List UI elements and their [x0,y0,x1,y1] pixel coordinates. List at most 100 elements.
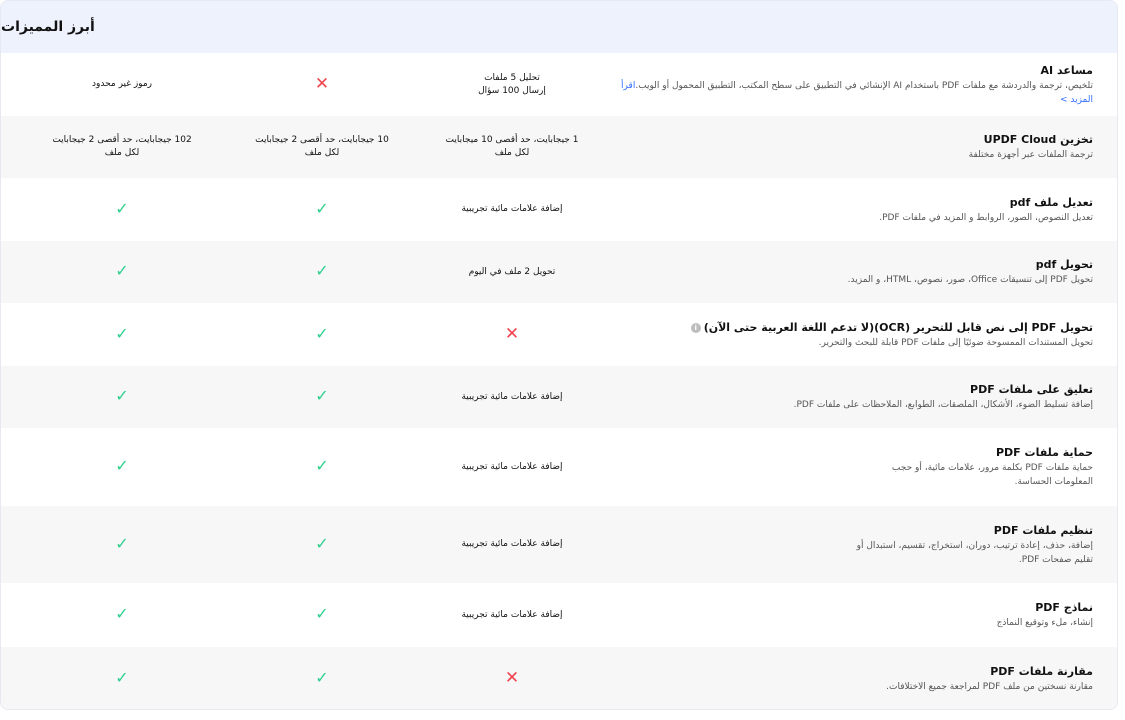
free-plan-cell: إضافة علامات مائية تجريبية [417,203,607,216]
info-icon[interactable]: i [690,322,701,333]
cell-text-line: تحويل 2 ملف في اليوم [468,266,556,277]
feature-cell: مقارنة ملفات PDF مقارنة نسختين من ملف PDF… [607,664,1117,694]
table-title: أبرز المميزات [1,19,95,35]
table-row: تخزين UPDF Cloud ترجمة الملفات عبر أجهزة … [1,116,1117,178]
cell-text-line: لكل ملف [304,148,340,158]
feature-title: تحويل PDF إلى نص قابل للتحرير (OCR)(لا ت… [615,320,1093,335]
pro-plan-cell: 102 جيجابايت، حد أقصى 2 جيجابايت لكل ملف [17,134,227,160]
table-row: مساعد AI تلخيص، ترجمة والدردشة مع ملفات P… [1,53,1117,116]
standard-plan-cell: ✓ [227,263,417,281]
feature-title: تحويل pdf [615,257,1093,272]
cell-text-line: إضافة علامات مائية تجريبية [461,461,563,472]
feature-description-line: تحويل المستندات الممسوحة ضوئيًا إلى ملفا… [615,336,1093,350]
cell-text-line: إضافة علامات مائية تجريبية [461,391,563,402]
feature-description-line: تعديل النصوص، الصور، الروابط و المزيد في… [615,211,1093,225]
feature-title-text: نماذج PDF [1035,601,1093,614]
free-plan-cell: تحليل 5 ملفات إرسال 100 سؤال [417,72,607,98]
pro-plan-cell: ✓ [17,670,227,688]
cell-text-line: إضافة علامات مائية تجريبية [461,609,563,620]
cross-icon: ✕ [504,668,520,688]
free-plan-cell: إضافة علامات مائية تجريبية [417,391,607,404]
feature-description-text: حماية ملفات PDF بكلمة مرور، علامات مائية… [891,463,1093,473]
feature-title-text: تخزين UPDF Cloud [983,133,1093,146]
table-row: تعديل ملف pdf تعديل النصوص، الصور، الرواب… [1,178,1117,241]
features-comparison-table: أبرز المميزات مساعد AI تلخيص، ترجمة والدر… [0,0,1118,710]
feature-description-text: تحويل PDF إلى تنسيقات Office، صور، نصوص،… [847,275,1093,285]
feature-description-text: تحويل المستندات الممسوحة ضوئيًا إلى ملفا… [818,337,1093,348]
feature-description-text: مقارنة نسختين من ملف PDF لمراجعة جميع ال… [886,682,1093,692]
free-plan-cell: ✕ [417,670,607,688]
pro-plan-cell: ✓ [17,458,227,476]
pro-plan-cell: ✓ [17,323,227,344]
feature-title-text: تعليق على ملفات PDF [970,383,1093,396]
feature-title-text: تحويل PDF إلى نص قابل للتحرير (OCR)(لا ت… [703,320,1093,334]
feature-title: حماية ملفات PDF [615,445,1093,460]
feature-description-line: إضافة تسليط الضوء، الأشكال، الملصقات، ال… [615,398,1093,412]
feature-cell: نماذج PDF إنشاء، ملء وتوقيع النماذج [607,600,1117,630]
table-header: أبرز المميزات [1,1,1117,53]
pro-plan-cell: ✓ [17,388,227,406]
feature-title-text: تعديل ملف pdf [1009,195,1093,209]
check-icon: ✓ [115,198,129,218]
feature-description-text: تعديل النصوص، الصور، الروابط و المزيد في… [879,212,1093,223]
check-icon: ✓ [115,386,129,405]
check-icon: ✓ [315,533,329,553]
cross-icon: ✕ [504,323,520,344]
check-icon: ✓ [315,386,329,405]
cell-text-line: 1 جيجابايت، حد أقصى 10 ميجابايت [445,135,579,145]
feature-description: إنشاء، ملء وتوقيع النماذج [615,616,1093,630]
standard-plan-cell: ✕ [227,75,417,94]
feature-title: تنظيم ملفات PDF [615,523,1093,538]
cell-text-line: 10 جيجابايت، حد أقصى 2 جيجابايت [255,135,389,145]
feature-description-text: إنشاء، ملء وتوقيع النماذج [996,618,1093,628]
standard-plan-cell: ✓ [227,533,417,554]
free-plan-cell: إضافة علامات مائية تجريبية [417,609,607,622]
feature-description: تعديل النصوص، الصور، الروابط و المزيد في… [615,211,1093,225]
cell-text-line: 102 جيجابايت، حد أقصى 2 جيجابايت [52,135,192,145]
feature-cell: تحويل PDF إلى نص قابل للتحرير (OCR)(لا ت… [607,320,1117,350]
feature-title: مساعد AI [615,63,1093,78]
feature-description: حماية ملفات PDF بكلمة مرور، علامات مائية… [615,461,1093,489]
table-row: تحويل PDF إلى نص قابل للتحرير (OCR)(لا ت… [1,303,1117,366]
table-row: مقارنة ملفات PDF مقارنة نسختين من ملف PDF… [1,647,1117,709]
check-icon: ✓ [115,323,129,343]
free-plan-cell: ✕ [417,323,607,344]
feature-title-text: تحويل pdf [1035,258,1093,271]
feature-description-line: تحويل PDF إلى تنسيقات Office، صور، نصوص،… [615,273,1093,287]
cell-text-line: إضافة علامات مائية تجريبية [461,204,563,214]
check-icon: ✓ [115,261,129,280]
feature-title: تخزين UPDF Cloud [615,132,1093,147]
table-row: تنظيم ملفات PDF إضافة، حذف، إعادة ترتيب، … [1,506,1117,583]
feature-title: مقارنة ملفات PDF [615,664,1093,679]
feature-title-text: تنظيم ملفات PDF [993,523,1093,537]
feature-rows: مساعد AI تلخيص، ترجمة والدردشة مع ملفات P… [1,53,1117,709]
cell-text-line: تحليل 5 ملفات [484,72,540,83]
free-plan-cell: إضافة علامات مائية تجريبية [417,538,607,551]
feature-description-text: تقليم صفحات PDF. [1018,554,1093,565]
feature-cell: حماية ملفات PDF حماية ملفات PDF بكلمة مرو… [607,445,1117,489]
table-row: تعليق على ملفات PDF إضافة تسليط الضوء، ال… [1,366,1117,428]
feature-description-text: المعلومات الحساسة. [1014,477,1093,487]
feature-description: تلخيص، ترجمة والدردشة مع ملفات PDF باستخ… [615,79,1093,107]
feature-title: تعليق على ملفات PDF [615,382,1093,397]
check-icon: ✓ [315,604,329,623]
check-icon: ✓ [115,668,129,687]
cell-text-line: رموز غير محدود [92,79,152,89]
feature-description: إضافة تسليط الضوء، الأشكال، الملصقات، ال… [615,398,1093,412]
standard-plan-cell: ✓ [227,458,417,476]
standard-plan-cell: ✓ [227,200,417,219]
pro-plan-cell: رموز غير محدود [17,78,227,91]
feature-cell: تعليق على ملفات PDF إضافة تسليط الضوء، ال… [607,382,1117,412]
feature-description-text: ترجمة الملفات عبر أجهزة مختلفة [968,150,1093,160]
feature-cell: تعديل ملف pdf تعديل النصوص، الصور، الرواب… [607,195,1117,225]
standard-plan-cell: 10 جيجابايت، حد أقصى 2 جيجابايت لكل ملف [227,134,417,160]
feature-description: ترجمة الملفات عبر أجهزة مختلفة [615,148,1093,162]
feature-title-text: حماية ملفات PDF [995,446,1093,459]
check-icon: ✓ [315,668,329,687]
feature-description: تحويل المستندات الممسوحة ضوئيًا إلى ملفا… [615,336,1093,350]
pro-plan-cell: ✓ [17,535,227,554]
cell-text-line: إضافة علامات مائية تجريبية [461,539,563,549]
feature-description-text: إضافة تسليط الضوء، الأشكال، الملصقات، ال… [793,400,1093,410]
free-plan-cell: إضافة علامات مائية تجريبية [417,461,607,474]
feature-description-line: المعلومات الحساسة. [615,475,1093,489]
